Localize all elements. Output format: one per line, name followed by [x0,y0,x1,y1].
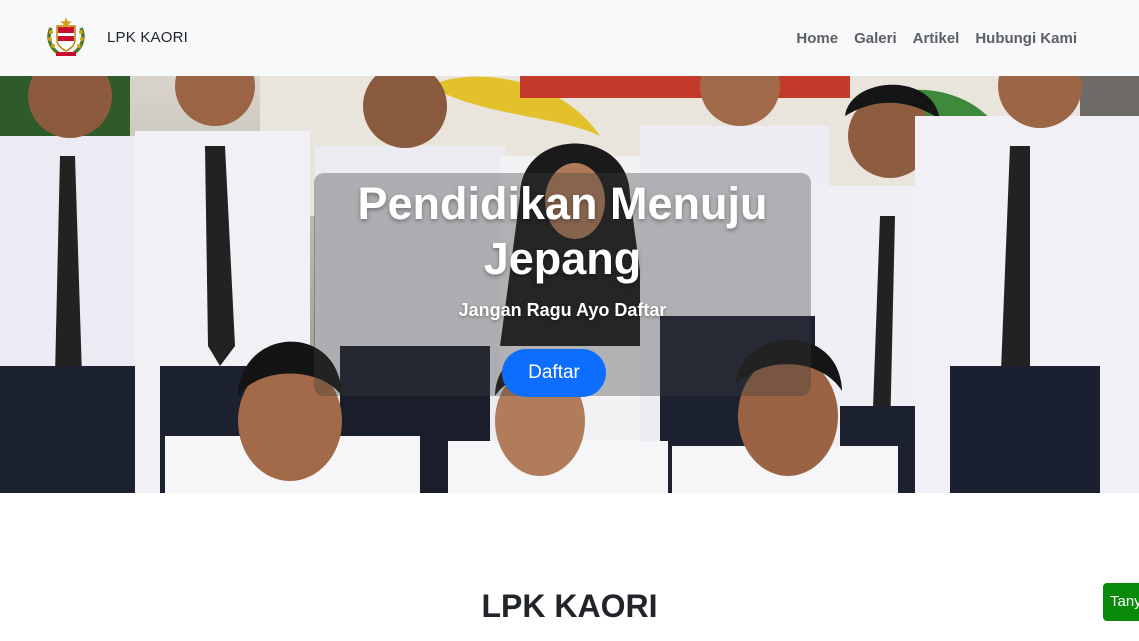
nav-link-artikel[interactable]: Artikel [913,30,960,47]
hero-subtitle: Jangan Ragu Ayo Daftar [458,300,667,320]
navbar: LPK KAORI Home Galeri Artikel Hubungi Ka… [0,0,1139,76]
daftar-button[interactable]: Daftar [502,349,606,397]
nav-link-home[interactable]: Home [796,30,838,47]
section-title: LPK KAORI [481,588,658,624]
brand-name: LPK KAORI [107,28,188,46]
nav-link-galeri[interactable]: Galeri [854,30,897,47]
nav-link-hubungi-kami[interactable]: Hubungi Kami [975,30,1077,47]
hero-section: Pendidikan Menuju Jepang Jangan Ragu Ayo… [0,76,1139,493]
emblem-logo-icon [47,17,85,56]
hero-title: Pendidikan Menuju Jepang [357,178,768,284]
nav-menu: Home Galeri Artikel Hubungi Kami [780,0,1077,76]
chat-tab-button[interactable]: Tanya [1103,583,1139,621]
brand-link[interactable]: LPK KAORI [45,16,188,58]
